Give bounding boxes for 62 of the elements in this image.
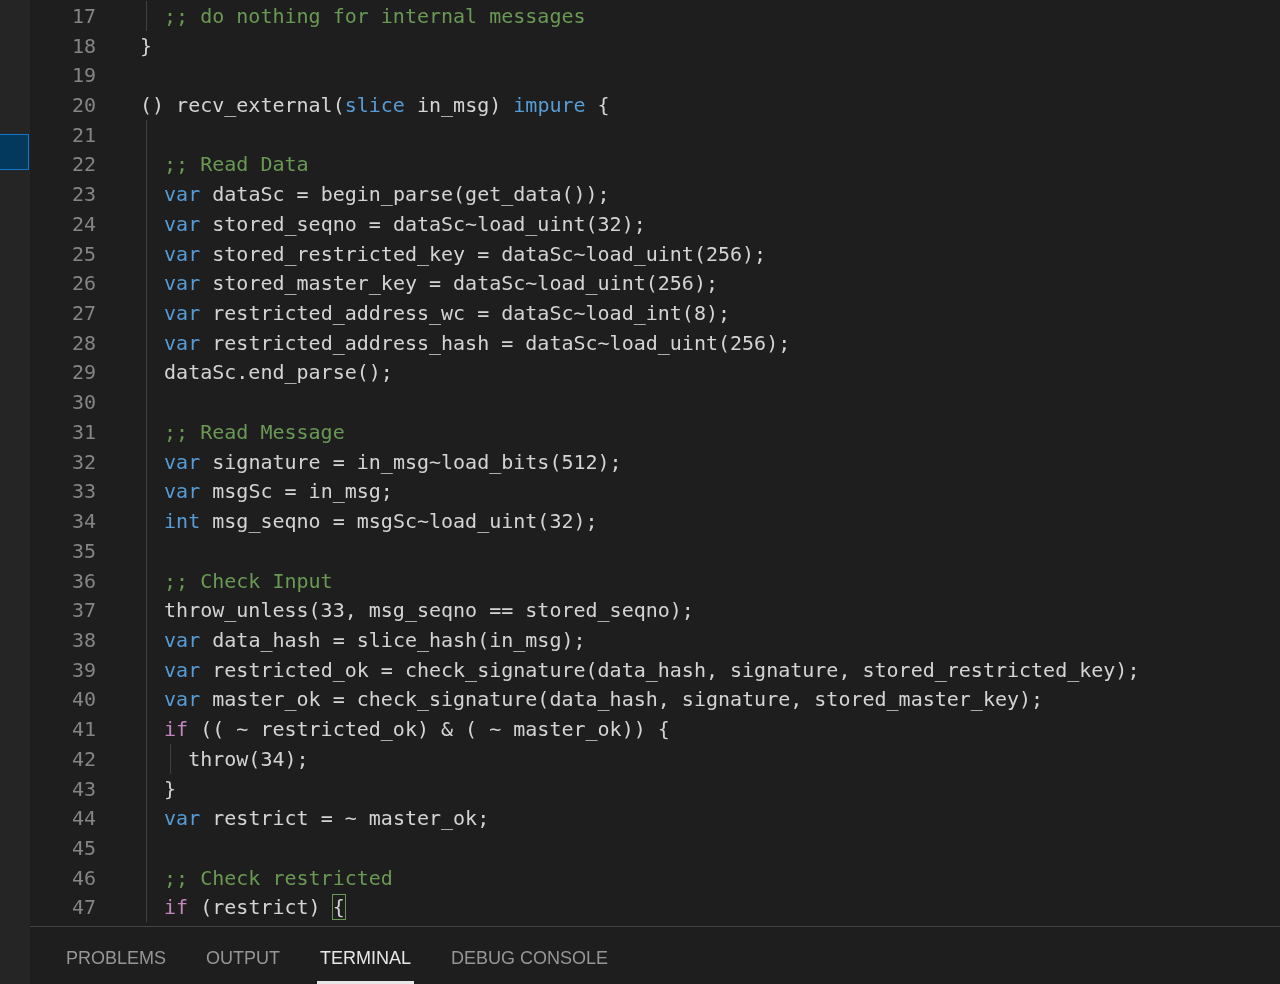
- code-line: var signature = in_msg~load_bits(512);: [163, 449, 622, 474]
- line-number: 19: [70, 63, 96, 88]
- line-number: 34: [70, 509, 96, 534]
- code-line: var data_hash = slice_hash(in_msg);: [163, 627, 586, 652]
- line-number: 42: [70, 746, 96, 771]
- line-number: 39: [70, 657, 96, 682]
- code-line: var restricted_address_hash = dataSc~load_uint(256);: [163, 330, 791, 355]
- line-number: 28: [70, 330, 96, 355]
- line-number: 41: [70, 717, 96, 742]
- line-number: 46: [70, 865, 96, 890]
- panel-tab[interactable]: TERMINAL: [317, 927, 415, 984]
- panel-tab[interactable]: DEBUG CONSOLE: [448, 927, 612, 984]
- line-number: 20: [70, 93, 96, 117]
- line-number: 40: [70, 687, 96, 712]
- code-line: throw_unless(33, msg_seqno == stored_seqno);: [163, 598, 694, 623]
- code-line: var stored_master_key = dataSc~load_uint(256);: [163, 271, 718, 296]
- code-line: throw(34);: [187, 746, 309, 771]
- line-number: 37: [70, 598, 96, 623]
- code-line: }: [163, 776, 177, 801]
- panel-tab[interactable]: PROBLEMS: [63, 927, 170, 984]
- line-number: 32: [70, 449, 96, 474]
- code-line: }: [140, 33, 153, 58]
- line-number: 23: [70, 182, 96, 207]
- line-number: 21: [70, 122, 96, 147]
- line-number: 31: [70, 419, 96, 444]
- line-number: 25: [70, 241, 96, 266]
- line-number: 47: [70, 895, 96, 920]
- line-number: 30: [70, 390, 96, 415]
- line-number: 17: [70, 3, 96, 28]
- line-number: 35: [70, 538, 96, 563]
- line-number: 45: [70, 836, 96, 860]
- line-number: 24: [70, 211, 96, 236]
- code-line: dataSc.end_parse();: [163, 360, 393, 385]
- code-line: var dataSc = begin_parse(get_data());: [163, 182, 610, 207]
- code-line: var msgSc = in_msg;: [163, 479, 393, 504]
- code-comment: ;; Read Data: [163, 152, 309, 177]
- line-number: 44: [70, 806, 96, 831]
- line-number: 38: [70, 627, 96, 652]
- code-line: () recv_external(slice in_msg) impure {: [140, 93, 610, 117]
- line-number: 18: [70, 33, 96, 58]
- code-line: var restricted_address_wc = dataSc~load_int(8);: [163, 301, 731, 326]
- line-number: 27: [70, 301, 96, 326]
- code-line: if (( ~ restricted_ok) & ( ~ master_ok)) {: [163, 717, 670, 742]
- code-comment: ;; Check Input: [163, 568, 333, 593]
- code-comment: ;; Read Message: [163, 419, 345, 444]
- code-line: var master_ok = check_signature(data_hash, signature, stored_master_key);: [163, 687, 1044, 712]
- line-number: 26: [70, 271, 96, 296]
- line-number: 33: [70, 479, 96, 504]
- line-number: 22: [70, 152, 96, 177]
- panel-tab[interactable]: OUTPUT: [203, 927, 284, 984]
- code-line: var stored_seqno = dataSc~load_uint(32);: [163, 211, 646, 236]
- code-line: var restrict = ~ master_ok;: [163, 806, 490, 831]
- selection-marker: [0, 134, 29, 170]
- code-line: int msg_seqno = msgSc~load_uint(32);: [163, 509, 598, 534]
- line-number: 36: [70, 568, 96, 593]
- code-comment: ;; do nothing for internal messages: [163, 3, 586, 28]
- line-number: 29: [70, 360, 96, 385]
- line-number: 43: [70, 776, 96, 801]
- code-line: var restricted_ok = check_signature(data_hash, signature, stored_restricted_key);: [163, 657, 1140, 682]
- code-line: if (restrict) {: [163, 895, 345, 920]
- code-comment: ;; Check restricted: [163, 865, 393, 890]
- code-line: var stored_restricted_key = dataSc~load_uint(256);: [163, 241, 767, 266]
